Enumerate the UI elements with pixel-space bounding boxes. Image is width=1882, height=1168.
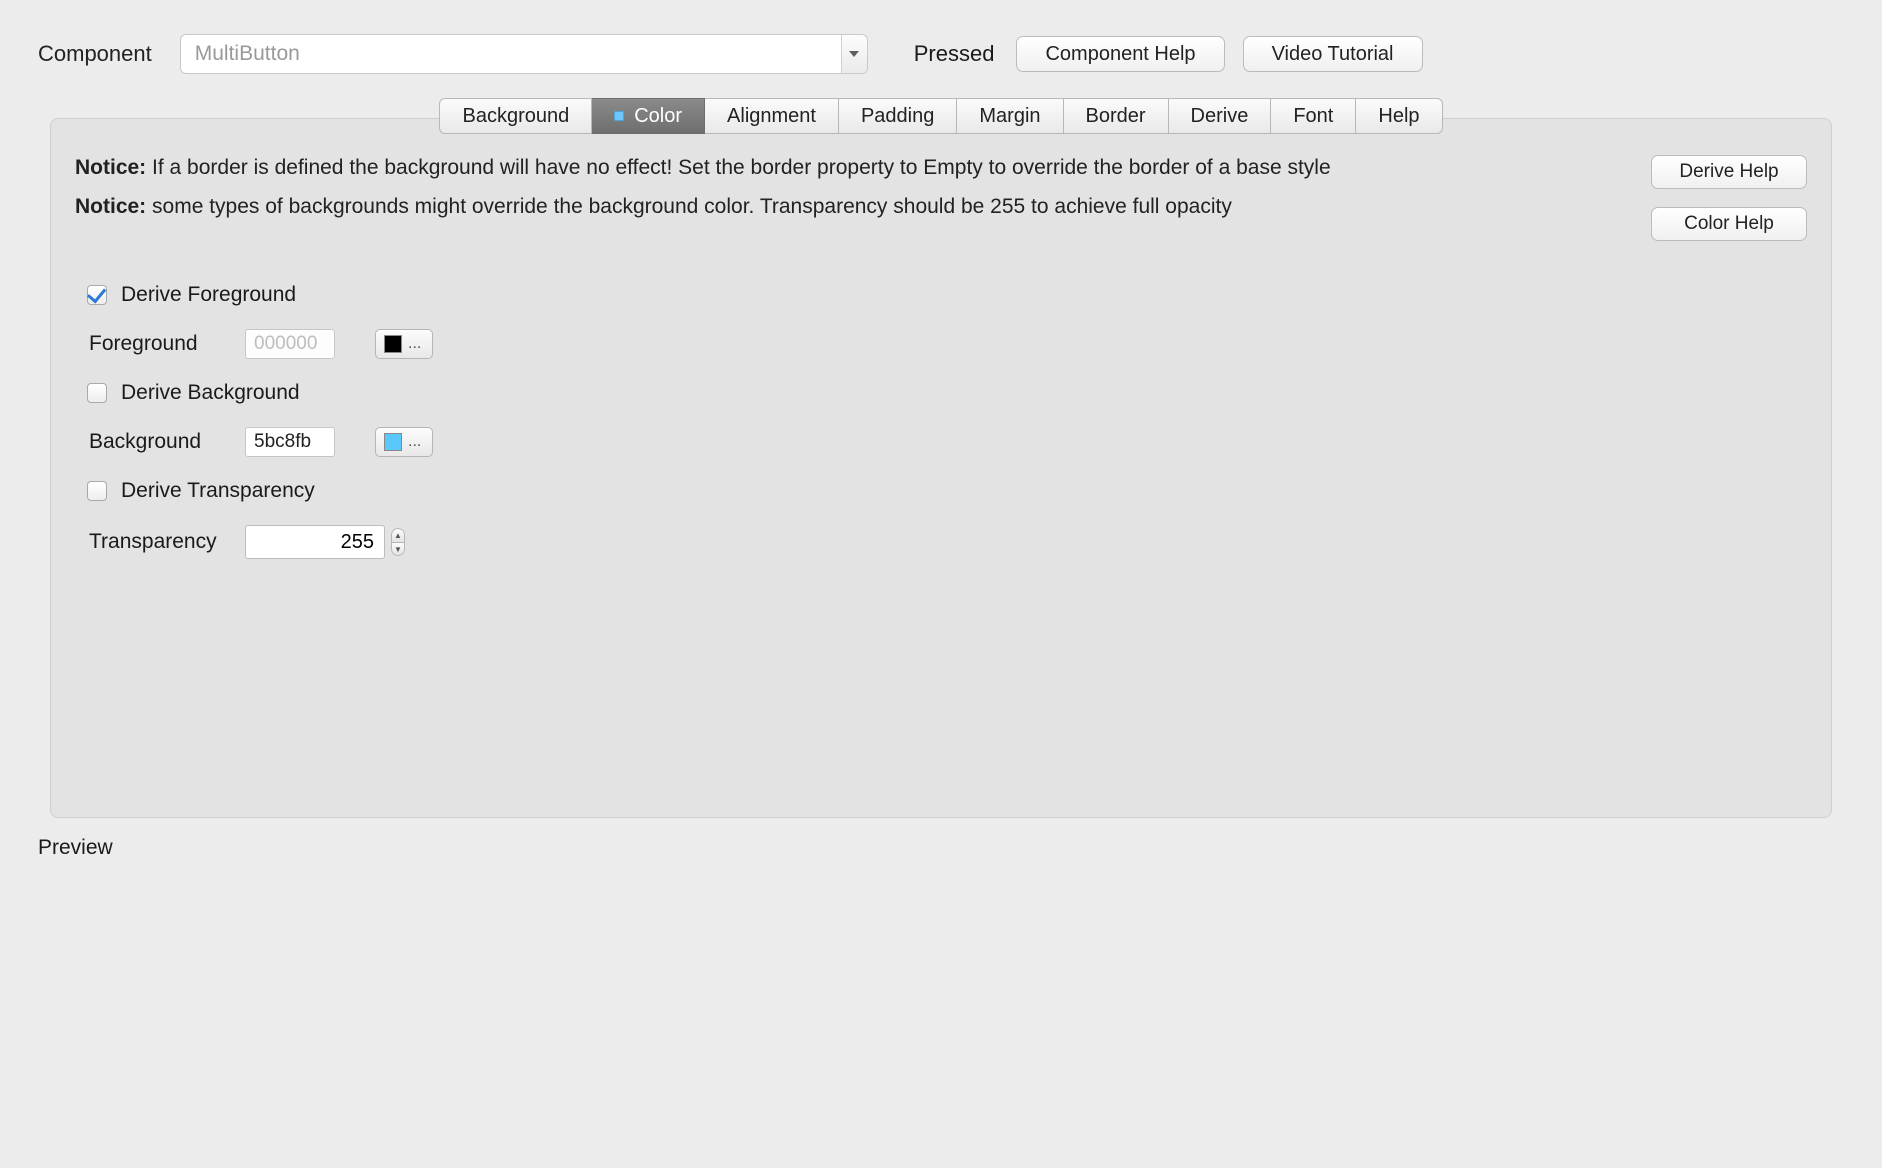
tab-color-label: Color [634, 105, 682, 128]
derive-background-checkbox[interactable] [87, 383, 107, 403]
background-color-button[interactable]: ... [375, 427, 433, 457]
notices: Notice: If a border is defined the backg… [75, 153, 1611, 241]
background-swatch-icon [384, 433, 402, 451]
transparency-label: Transparency [89, 530, 231, 554]
notice-2-text: some types of backgrounds might override… [152, 195, 1232, 218]
tab-background[interactable]: Background [439, 98, 592, 134]
ellipsis-icon: ... [408, 433, 421, 451]
component-combo[interactable] [180, 34, 868, 74]
transparency-input[interactable] [245, 525, 385, 559]
notice-1-text: If a border is defined the background wi… [152, 156, 1331, 179]
component-label: Component [38, 41, 152, 67]
foreground-color-button[interactable]: ... [375, 329, 433, 359]
component-help-button[interactable]: Component Help [1016, 36, 1224, 72]
foreground-input[interactable] [245, 329, 335, 359]
derive-transparency-label: Derive Transparency [121, 479, 315, 503]
ellipsis-icon: ... [408, 335, 421, 353]
preview-label: Preview [38, 836, 113, 860]
chevron-down-icon [849, 51, 859, 57]
derive-help-button[interactable]: Derive Help [1651, 155, 1807, 189]
tab-derive[interactable]: Derive [1169, 98, 1272, 134]
foreground-swatch-icon [384, 335, 402, 353]
component-dropdown-button[interactable] [841, 35, 867, 73]
pressed-label: Pressed [914, 41, 995, 67]
derive-background-label: Derive Background [121, 381, 300, 405]
selection-indicator-icon [614, 111, 624, 121]
tab-alignment[interactable]: Alignment [705, 98, 839, 134]
background-label: Background [89, 430, 231, 454]
background-input[interactable] [245, 427, 335, 457]
transparency-step-up[interactable]: ▲ [391, 528, 405, 542]
derive-foreground-checkbox[interactable] [87, 285, 107, 305]
tabstrip: Background Color Alignment Padding Margi… [0, 98, 1882, 134]
tab-color[interactable]: Color [592, 98, 705, 134]
notice-2-bold: Notice: [75, 195, 146, 218]
tab-margin[interactable]: Margin [957, 98, 1063, 134]
foreground-label: Foreground [89, 332, 231, 356]
color-panel: Notice: If a border is defined the backg… [50, 118, 1832, 818]
transparency-step-down[interactable]: ▼ [391, 542, 405, 556]
derive-transparency-checkbox[interactable] [87, 481, 107, 501]
tab-font[interactable]: Font [1271, 98, 1356, 134]
notice-1-bold: Notice: [75, 156, 146, 179]
component-input[interactable] [181, 42, 841, 66]
tab-border[interactable]: Border [1064, 98, 1169, 134]
video-tutorial-button[interactable]: Video Tutorial [1243, 36, 1423, 72]
derive-foreground-label: Derive Foreground [121, 283, 296, 307]
color-help-button[interactable]: Color Help [1651, 207, 1807, 241]
tab-help[interactable]: Help [1356, 98, 1442, 134]
tab-padding[interactable]: Padding [839, 98, 957, 134]
